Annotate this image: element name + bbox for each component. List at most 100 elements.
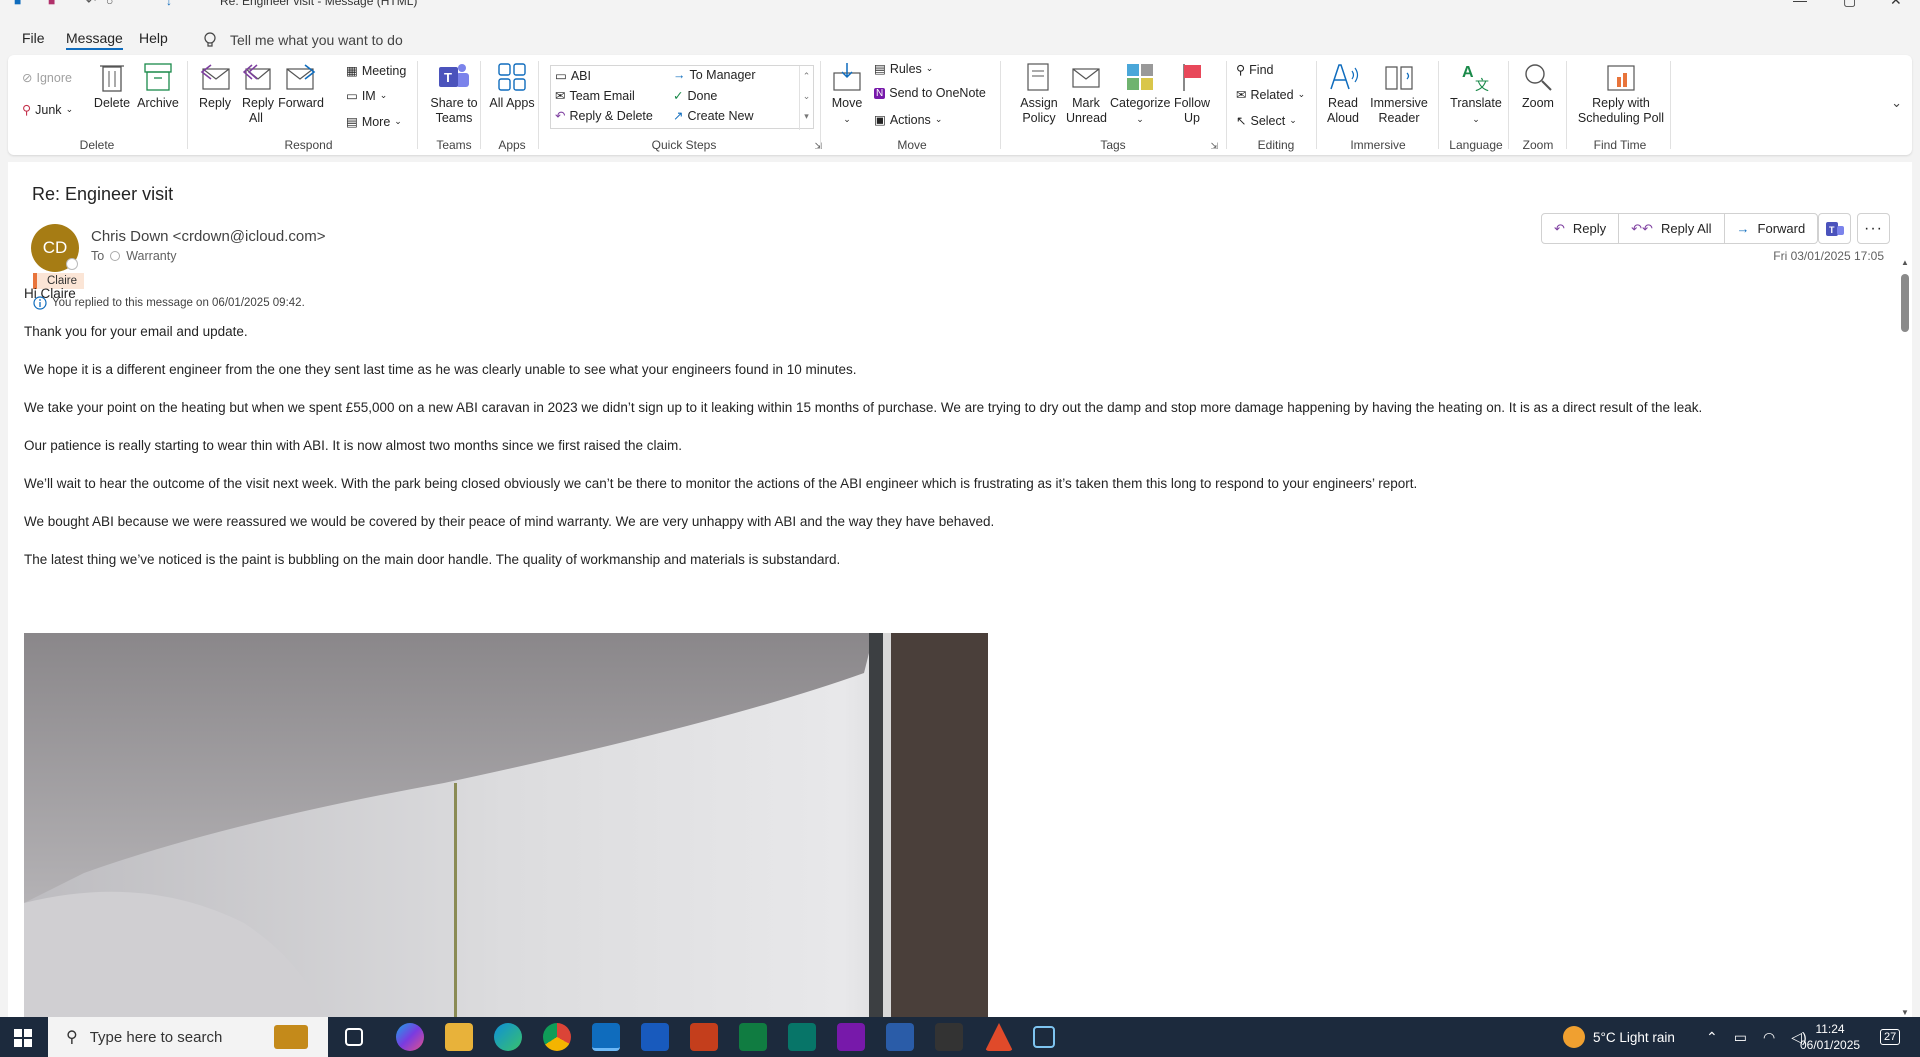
excel-icon[interactable]	[739, 1023, 767, 1051]
recipient-warranty[interactable]: Warranty	[126, 249, 176, 263]
redo-icon[interactable]: ○	[106, 0, 113, 8]
forward-icon: →	[1736, 221, 1750, 236]
quick-step-to-manager[interactable]: → To Manager	[673, 68, 756, 82]
tab-message[interactable]: Message	[66, 30, 123, 50]
more-respond-button[interactable]: ▤ More ⌄	[346, 114, 402, 130]
select-button[interactable]: ↖ Select ⌄	[1236, 113, 1297, 129]
ignore-button[interactable]: ⊘ Ignore	[22, 70, 72, 86]
tab-help[interactable]: Help	[139, 30, 168, 46]
chevron-up-icon[interactable]: ⌃	[1706, 1029, 1718, 1046]
outlook-taskbar-icon[interactable]	[592, 1023, 620, 1051]
follow-up-button[interactable]: Follow Up	[1170, 61, 1214, 126]
send-to-onenote-button[interactable]: N Send to OneNote	[874, 86, 986, 100]
onenote-icon[interactable]	[837, 1023, 865, 1051]
quick-step-team-email[interactable]: ✉ Team Email	[555, 88, 635, 104]
down-arrow-icon[interactable]: ↓	[166, 0, 172, 8]
scheduling-poll-button[interactable]: Reply with Scheduling Poll	[1574, 61, 1668, 126]
reply-all-button[interactable]: ↶↶ Reply All	[1619, 214, 1725, 243]
respond-group: Reply Reply All Forward ▦ Meeting ▭ IM ⌄ ▤ M…	[190, 55, 427, 155]
powerpoint-icon[interactable]	[690, 1023, 718, 1051]
scheduling-poll-icon	[1607, 65, 1635, 91]
file-explorer-icon[interactable]	[445, 1023, 473, 1051]
reply-button[interactable]: Reply	[196, 63, 234, 111]
search-icon: ⚲	[1236, 63, 1246, 77]
maximize-icon[interactable]: ▢	[1843, 0, 1856, 9]
immersive-reader-button[interactable]: Immersive Reader	[1366, 61, 1432, 126]
ribbon: ⊘ Ignore ⚲ Junk ⌄ Delete Archive Delete Rep…	[8, 55, 1912, 155]
clock[interactable]: 11:24 06/01/2025	[1800, 1017, 1860, 1057]
close-icon[interactable]: ✕	[1890, 0, 1902, 9]
arrow-right-icon: →	[673, 68, 686, 82]
body-paragraph: We hope it is a different engineer from …	[24, 362, 857, 377]
all-apps-button[interactable]: All Apps	[488, 61, 536, 111]
taskbar-search[interactable]: ⚲ Type here to search	[48, 1017, 328, 1057]
wifi-icon[interactable]: ◠	[1763, 1029, 1775, 1046]
weather-widget[interactable]: 5°C Light rain	[1563, 1017, 1675, 1057]
tell-me-search[interactable]: Tell me what you want to do	[230, 32, 403, 48]
publisher-icon[interactable]	[788, 1023, 816, 1051]
zoom-group: Zoom Zoom	[1510, 55, 1566, 155]
quick-step-done[interactable]: ✓ Done	[673, 88, 717, 104]
notifications-button[interactable]: 27	[1880, 1017, 1901, 1057]
scroll-down-icon[interactable]: ▼	[1901, 1008, 1909, 1017]
assign-policy-button[interactable]: Assign Policy	[1016, 61, 1062, 126]
reply-icon	[200, 64, 230, 90]
dialog-launcher-icon[interactable]: ⇲	[1210, 141, 1218, 152]
app-icon[interactable]	[1033, 1026, 1055, 1048]
more-options-icon[interactable]: ···	[1857, 213, 1890, 244]
quick-step-reply-delete[interactable]: ↶ Reply & Delete	[555, 108, 653, 124]
word-icon[interactable]	[641, 1023, 669, 1051]
svg-text:A: A	[1462, 64, 1474, 81]
undo-icon[interactable]: ↶	[86, 0, 96, 8]
windows-start-icon[interactable]	[14, 1029, 32, 1047]
reply-all-button[interactable]: Reply All	[238, 63, 274, 126]
scrollbar-thumb[interactable]	[1901, 274, 1909, 332]
categorize-icon	[1127, 64, 1153, 90]
related-button[interactable]: ✉ Related ⌄	[1236, 87, 1305, 103]
rules-button[interactable]: ▤ Rules ⌄	[874, 61, 933, 77]
chrome-icon[interactable]	[543, 1023, 571, 1051]
junk-button[interactable]: ⚲ Junk ⌄	[22, 102, 73, 118]
minimize-icon[interactable]: —	[1793, 0, 1807, 8]
quick-step-abi[interactable]: ▭ ABI	[555, 68, 591, 84]
related-icon: ✉	[1236, 88, 1247, 102]
edge-icon[interactable]	[494, 1023, 522, 1051]
categorize-button[interactable]: Categorize ⌄	[1110, 61, 1170, 127]
copilot-icon[interactable]	[396, 1023, 424, 1051]
meeting-button[interactable]: ▦ Meeting	[346, 63, 406, 79]
vertical-scrollbar[interactable]: ▲ ▼	[1898, 258, 1912, 1017]
attached-photo[interactable]	[24, 633, 988, 1017]
archive-button[interactable]: Archive	[135, 61, 181, 111]
read-aloud-button[interactable]: Read Aloud	[1322, 61, 1364, 126]
move-button[interactable]: Move ⌄	[828, 61, 866, 127]
app-icon[interactable]	[935, 1023, 963, 1051]
to-label: To	[91, 249, 105, 263]
app-icon[interactable]	[886, 1023, 914, 1051]
forward-button[interactable]: Forward	[278, 63, 324, 111]
scroll-up-icon[interactable]: ▲	[1901, 258, 1909, 267]
find-button[interactable]: ⚲ Find	[1236, 62, 1273, 78]
mark-unread-icon	[1072, 68, 1100, 88]
ribbon-tabs: File Message Help Tell me what you want …	[0, 26, 1920, 52]
tab-file[interactable]: File	[22, 30, 45, 46]
save-icon[interactable]: ■	[48, 0, 55, 8]
sender[interactable]: Chris Down <crdown@icloud.com>	[91, 228, 326, 245]
task-view-icon[interactable]	[345, 1028, 363, 1046]
delete-button[interactable]: Delete	[92, 61, 132, 111]
app-icon[interactable]	[985, 1023, 1013, 1051]
zoom-button[interactable]: Zoom	[1516, 61, 1560, 111]
mark-unread-button[interactable]: Mark Unread	[1064, 61, 1108, 126]
share-to-teams-button[interactable]: T Share to Teams	[427, 61, 481, 126]
actions-button[interactable]: ▣ Actions ⌄	[874, 112, 942, 128]
forward-button[interactable]: → Forward	[1725, 214, 1818, 243]
quick-step-create-new[interactable]: ↗ Create New	[673, 108, 753, 124]
im-button[interactable]: ▭ IM ⌄	[346, 88, 387, 104]
quick-steps-scroll[interactable]: ⌃ ⌄ ▾	[799, 66, 813, 130]
teams-chat-button[interactable]: T	[1818, 213, 1851, 244]
reply-button[interactable]: ↶ Reply	[1542, 214, 1620, 243]
translate-button[interactable]: A文 Translate ⌄	[1446, 61, 1506, 127]
collapse-ribbon-icon[interactable]: ⌄	[1891, 95, 1902, 111]
display-icon[interactable]: ▭	[1734, 1029, 1747, 1046]
door-handle-photo	[24, 633, 988, 1017]
archive-icon	[144, 63, 172, 91]
